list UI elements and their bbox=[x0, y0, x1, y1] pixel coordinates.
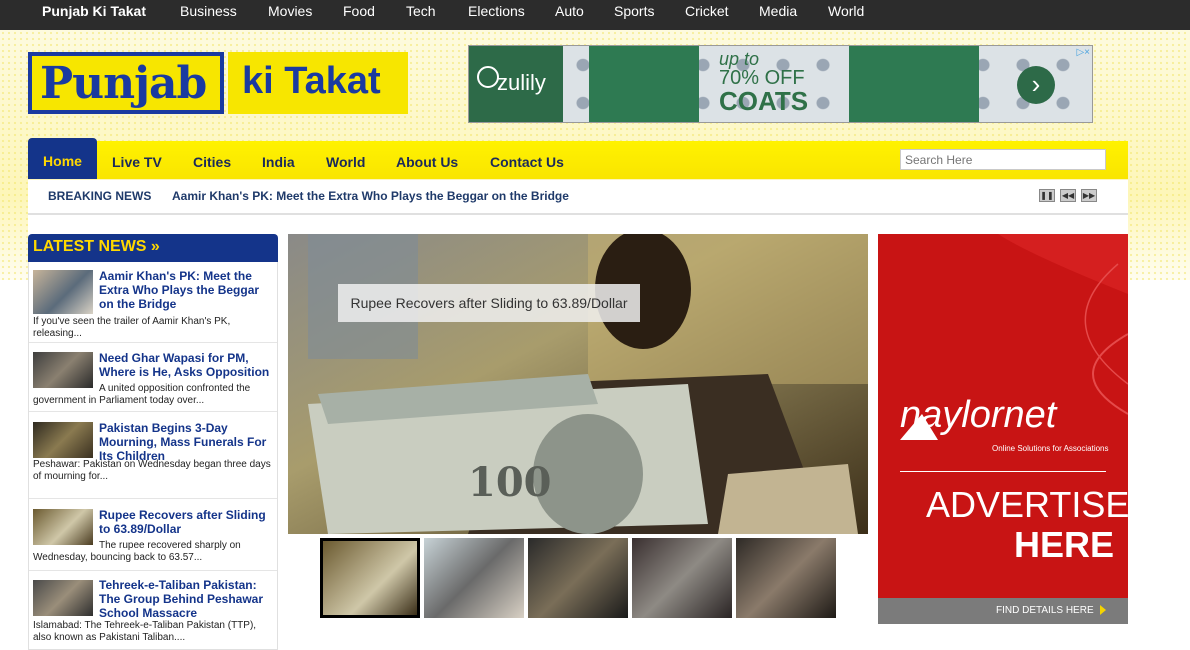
find-details-label: FIND DETAILS HERE bbox=[996, 605, 1094, 616]
rupee-note-photo: 100 bbox=[288, 234, 868, 534]
slider-caption[interactable]: Rupee Recovers after Sliding to 63.89/Do… bbox=[338, 284, 640, 322]
news-desc: Islamabad: The Tehreek-e-Taliban Pakista… bbox=[33, 620, 257, 643]
ad-coat-image-1 bbox=[589, 46, 699, 122]
arrow-right-icon bbox=[1100, 605, 1106, 615]
find-details-button[interactable]: FIND DETAILS HERE bbox=[878, 598, 1128, 624]
nav-india[interactable]: India bbox=[262, 141, 295, 179]
top-nav-food[interactable]: Food bbox=[343, 3, 375, 19]
search-input[interactable] bbox=[900, 149, 1106, 170]
nav-about-us[interactable]: About Us bbox=[396, 141, 458, 179]
logo-kitakat-block: ki Takat bbox=[228, 52, 408, 114]
main-nav: Home Live TV Cities India World About Us… bbox=[28, 138, 1128, 179]
ad-line1: up to bbox=[719, 49, 760, 69]
featured-slider-image[interactable]: 100 bbox=[288, 234, 868, 534]
nav-live-tv[interactable]: Live TV bbox=[112, 141, 162, 179]
news-desc: A united opposition confronted the gover… bbox=[33, 383, 251, 406]
slider-thumb-3[interactable] bbox=[528, 538, 628, 618]
slider-thumb-1[interactable] bbox=[320, 538, 420, 618]
ad-text: up to 70% OFF COATS bbox=[719, 50, 808, 114]
list-item: Rupee Recovers after Sliding to 63.89/Do… bbox=[29, 500, 277, 571]
news-title[interactable]: Rupee Recovers after Sliding to 63.89/Do… bbox=[99, 508, 271, 536]
news-desc: The rupee recovered sharply on Wednesday… bbox=[33, 540, 241, 563]
list-item: Aamir Khan's PK: Meet the Extra Who Play… bbox=[29, 262, 277, 343]
nav-home[interactable]: Home bbox=[28, 138, 97, 179]
latest-news-heading: LATEST NEWS » bbox=[33, 238, 160, 255]
top-nav-world[interactable]: World bbox=[828, 3, 864, 19]
top-nav-tech[interactable]: Tech bbox=[406, 3, 436, 19]
nav-cities[interactable]: Cities bbox=[193, 141, 231, 179]
news-desc: Peshawar: Pakistan on Wednesday began th… bbox=[33, 459, 271, 482]
top-nav-cricket[interactable]: Cricket bbox=[685, 3, 729, 19]
ad-coat-image-2 bbox=[849, 46, 979, 122]
top-nav-auto[interactable]: Auto bbox=[555, 3, 584, 19]
news-desc: If you've seen the trailer of Aamir Khan… bbox=[33, 316, 231, 339]
zulily-logo-icon bbox=[477, 66, 499, 88]
latest-news-header: LATEST NEWS » bbox=[28, 234, 278, 262]
news-thumbnail[interactable] bbox=[33, 422, 93, 458]
logo-part1: Punjab bbox=[40, 58, 207, 109]
news-thumbnail[interactable] bbox=[33, 270, 93, 314]
note-value: 100 bbox=[468, 459, 552, 506]
ad-brand: zulily bbox=[497, 70, 546, 95]
naylornet-logo: naylornet bbox=[900, 394, 1057, 436]
top-nav-business[interactable]: Business bbox=[180, 3, 237, 19]
naylornet-tagline: Online Solutions for Associations bbox=[992, 444, 1109, 453]
news-title[interactable]: Need Ghar Wapasi for PM, Where is He, As… bbox=[99, 351, 271, 379]
news-thumbnail[interactable] bbox=[33, 580, 93, 616]
ad-divider bbox=[900, 471, 1106, 472]
top-nav-sports[interactable]: Sports bbox=[614, 3, 654, 19]
site-logo[interactable]: Punjab ki Takat bbox=[28, 52, 408, 114]
banner-ad[interactable]: zulily up to 70% OFF COATS › ▷× bbox=[468, 45, 1093, 123]
nav-world[interactable]: World bbox=[326, 141, 365, 179]
logo-punjab-block: Punjab bbox=[28, 52, 224, 114]
ad-arrow-icon[interactable]: › bbox=[1017, 66, 1055, 104]
logo-part2: ki Takat bbox=[242, 60, 381, 102]
news-title[interactable]: Pakistan Begins 3-Day Mourning, Mass Fun… bbox=[99, 421, 271, 463]
list-item: Tehreek-e-Taliban Pakistan: The Group Be… bbox=[29, 572, 277, 650]
breaking-news-label: BREAKING NEWS bbox=[48, 189, 152, 203]
breaking-news-bar: BREAKING NEWS Aamir Khan's PK: Meet the … bbox=[28, 180, 1128, 215]
list-item: Need Ghar Wapasi for PM, Where is He, As… bbox=[29, 344, 277, 412]
pause-icon[interactable]: ❚❚ bbox=[1039, 189, 1055, 202]
adchoices-icon[interactable]: ▷× bbox=[1076, 47, 1090, 58]
ad-line2: 70% OFF bbox=[719, 67, 805, 89]
breaking-news-headline[interactable]: Aamir Khan's PK: Meet the Extra Who Play… bbox=[172, 189, 569, 203]
advertise-here-ad[interactable]: naylornet Online Solutions for Associati… bbox=[878, 234, 1128, 624]
top-nav-elections[interactable]: Elections bbox=[468, 3, 525, 19]
news-title[interactable]: Aamir Khan's PK: Meet the Extra Who Play… bbox=[99, 269, 271, 311]
top-nav-brand[interactable]: Punjab Ki Takat bbox=[42, 3, 146, 19]
ad-advertise-text: ADVERTISE bbox=[926, 484, 1128, 525]
prev-icon[interactable]: ◀◀ bbox=[1060, 189, 1076, 202]
slider-thumb-2[interactable] bbox=[424, 538, 524, 618]
top-nav-bar: Punjab Ki Takat Business Movies Food Tec… bbox=[0, 0, 1190, 30]
slider-thumb-4[interactable] bbox=[632, 538, 732, 618]
top-nav-movies[interactable]: Movies bbox=[268, 3, 312, 19]
latest-news-list: Aamir Khan's PK: Meet the Extra Who Play… bbox=[28, 262, 278, 650]
list-item: Pakistan Begins 3-Day Mourning, Mass Fun… bbox=[29, 413, 277, 499]
news-title[interactable]: Tehreek-e-Taliban Pakistan: The Group Be… bbox=[99, 578, 271, 620]
next-icon[interactable]: ▶▶ bbox=[1081, 189, 1097, 202]
ad-line3: COATS bbox=[719, 86, 809, 116]
ad-brand-block: zulily bbox=[469, 46, 563, 122]
ad-here-text: HERE bbox=[1014, 524, 1115, 565]
top-nav-media[interactable]: Media bbox=[759, 3, 797, 19]
slider-thumb-5[interactable] bbox=[736, 538, 836, 618]
nav-contact-us[interactable]: Contact Us bbox=[490, 141, 564, 179]
